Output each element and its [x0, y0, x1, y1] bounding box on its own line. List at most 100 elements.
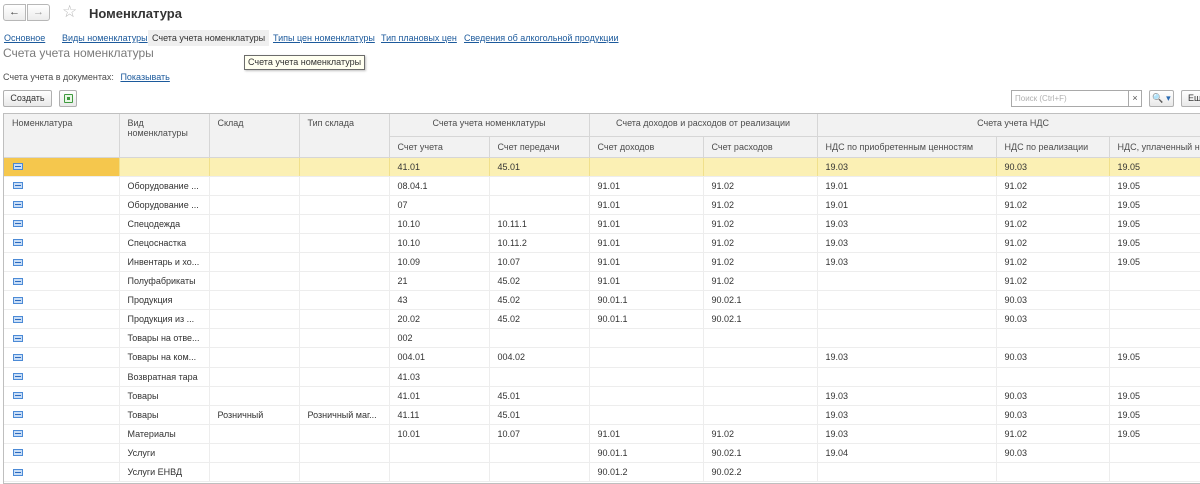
cell-vat-acquired[interactable]: 19.01: [817, 195, 997, 215]
cell-warehouse-type[interactable]: [299, 386, 390, 406]
cell-income-account[interactable]: 91.01: [589, 176, 704, 196]
show-link[interactable]: Показывать: [120, 72, 169, 82]
cell-vat-acquired[interactable]: 19.03: [817, 424, 997, 444]
cell-expense-account[interactable]: 91.02: [703, 214, 818, 234]
cell-kind[interactable]: Продукция из ...: [119, 309, 210, 330]
cell-expense-account[interactable]: 91.02: [703, 424, 818, 444]
cell-warehouse-type[interactable]: [299, 157, 390, 177]
cell-account[interactable]: 10.09: [389, 252, 490, 273]
cell-kind[interactable]: Инвентарь и хо...: [119, 252, 210, 273]
cell-warehouse-type[interactable]: [299, 309, 390, 330]
cell-expense-account[interactable]: 90.02.2: [703, 462, 818, 483]
cell-income-account[interactable]: 91.01: [589, 252, 704, 273]
cell-account[interactable]: 41.11: [389, 405, 490, 425]
cell-nomenclature[interactable]: [4, 386, 120, 406]
cell-vat-sales[interactable]: [996, 462, 1110, 483]
cell-vat-paid[interactable]: [1109, 328, 1200, 349]
cell-account[interactable]: 10.01: [389, 424, 490, 444]
table-row[interactable]: Товары на отве... 002: [4, 328, 1200, 349]
cell-vat-sales[interactable]: 90.03: [996, 386, 1110, 406]
cell-vat-acquired[interactable]: [817, 290, 997, 311]
cell-transfer-account[interactable]: 45.01: [489, 157, 590, 177]
cell-warehouse[interactable]: [209, 386, 300, 406]
tab-alcohol-info[interactable]: Сведения об алкогольной продукции: [464, 30, 619, 46]
cell-vat-acquired[interactable]: 19.03: [817, 347, 997, 368]
create-button[interactable]: Создать: [3, 90, 52, 107]
star-icon[interactable]: ☆: [62, 3, 77, 21]
cell-kind[interactable]: Полуфабрикаты: [119, 271, 210, 292]
cell-account[interactable]: 21: [389, 271, 490, 292]
cell-kind[interactable]: Товары на отве...: [119, 328, 210, 349]
cell-warehouse-type[interactable]: [299, 347, 390, 368]
cell-warehouse-type[interactable]: Розничный маг...: [299, 405, 390, 425]
cell-account[interactable]: 41.01: [389, 157, 490, 177]
table-row[interactable]: Оборудование ... 08.04.1 91.01 91.02 19.01 91…: [4, 176, 1200, 196]
cell-expense-account[interactable]: [703, 328, 818, 349]
cell-warehouse[interactable]: [209, 233, 300, 253]
cell-nomenclature[interactable]: [4, 290, 120, 311]
cell-income-account[interactable]: [589, 328, 704, 349]
cell-transfer-account[interactable]: [489, 367, 590, 387]
cell-expense-account[interactable]: [703, 157, 818, 177]
cell-vat-sales[interactable]: 90.03: [996, 157, 1110, 177]
table-row[interactable]: Спецодежда 10.10 10.11.1 91.01 91.02 19.03 91.…: [4, 214, 1200, 234]
cell-vat-paid[interactable]: 19.05: [1109, 157, 1200, 177]
cell-vat-sales[interactable]: 91.02: [996, 424, 1110, 444]
tab-nomenclature-kinds[interactable]: Виды номенклатуры: [62, 30, 148, 46]
cell-income-account[interactable]: 91.01: [589, 424, 704, 444]
cell-vat-paid[interactable]: 19.05: [1109, 347, 1200, 368]
cell-vat-acquired[interactable]: [817, 367, 997, 387]
cell-income-account[interactable]: 91.01: [589, 233, 704, 253]
cell-account[interactable]: [389, 462, 490, 483]
cell-expense-account[interactable]: 91.02: [703, 195, 818, 215]
clear-search-icon[interactable]: ×: [1129, 90, 1142, 107]
cell-kind[interactable]: [119, 157, 210, 177]
cell-warehouse[interactable]: [209, 328, 300, 349]
col-header-warehouse-type[interactable]: Тип склада: [299, 114, 390, 158]
table-row[interactable]: Услуги ЕНВД 90.01.2 90.02.2: [4, 462, 1200, 483]
cell-account[interactable]: 004.01: [389, 347, 490, 368]
cell-expense-account[interactable]: [703, 347, 818, 368]
cell-vat-sales[interactable]: 91.02: [996, 214, 1110, 234]
cell-vat-sales[interactable]: 91.02: [996, 176, 1110, 196]
cell-warehouse[interactable]: [209, 195, 300, 215]
cell-warehouse-type[interactable]: [299, 462, 390, 483]
cell-nomenclature[interactable]: [4, 462, 120, 483]
table-row[interactable]: Оборудование ... 07 91.01 91.02 19.01 91.02 19…: [4, 195, 1200, 215]
cell-vat-paid[interactable]: [1109, 462, 1200, 483]
cell-vat-sales[interactable]: 90.03: [996, 290, 1110, 311]
copy-button[interactable]: [59, 90, 77, 107]
cell-income-account[interactable]: [589, 405, 704, 425]
cell-vat-paid[interactable]: 19.05: [1109, 195, 1200, 215]
search-button[interactable]: 🔍 ▾: [1149, 90, 1174, 107]
cell-vat-sales[interactable]: [996, 328, 1110, 349]
cell-nomenclature[interactable]: [4, 214, 120, 234]
cell-nomenclature[interactable]: [4, 443, 120, 464]
cell-nomenclature[interactable]: [4, 328, 120, 349]
cell-warehouse[interactable]: [209, 252, 300, 273]
cell-warehouse-type[interactable]: [299, 176, 390, 196]
col-header-account[interactable]: Счет учета: [389, 136, 490, 158]
tab-planned-price-type[interactable]: Тип плановых цен: [381, 30, 457, 46]
cell-account[interactable]: 43: [389, 290, 490, 311]
cell-vat-acquired[interactable]: 19.03: [817, 386, 997, 406]
col-header-nomenclature[interactable]: Номенклатура: [4, 114, 120, 158]
cell-warehouse[interactable]: [209, 424, 300, 444]
table-row[interactable]: Возвратная тара 41.03: [4, 367, 1200, 387]
cell-warehouse-type[interactable]: [299, 252, 390, 273]
cell-warehouse[interactable]: [209, 309, 300, 330]
table-row[interactable]: Товары Розничный Розничный маг... 41.11 45.0…: [4, 405, 1200, 425]
cell-transfer-account[interactable]: 45.02: [489, 290, 590, 311]
cell-warehouse[interactable]: [209, 157, 300, 177]
cell-vat-paid[interactable]: [1109, 290, 1200, 311]
cell-transfer-account[interactable]: [489, 443, 590, 464]
cell-expense-account[interactable]: [703, 386, 818, 406]
cell-warehouse-type[interactable]: [299, 290, 390, 311]
cell-account[interactable]: 20.02: [389, 309, 490, 330]
cell-transfer-account[interactable]: 45.02: [489, 309, 590, 330]
table-row[interactable]: Спецоснастка 10.10 10.11.2 91.01 91.02 19.03 9…: [4, 233, 1200, 253]
cell-nomenclature[interactable]: [4, 233, 120, 253]
table-row[interactable]: Инвентарь и хо... 10.09 10.07 91.01 91.02 19.…: [4, 252, 1200, 273]
table-row[interactable]: Товары на ком... 004.01 004.02 19.03 90.03 19…: [4, 347, 1200, 368]
cell-vat-paid[interactable]: 19.05: [1109, 176, 1200, 196]
